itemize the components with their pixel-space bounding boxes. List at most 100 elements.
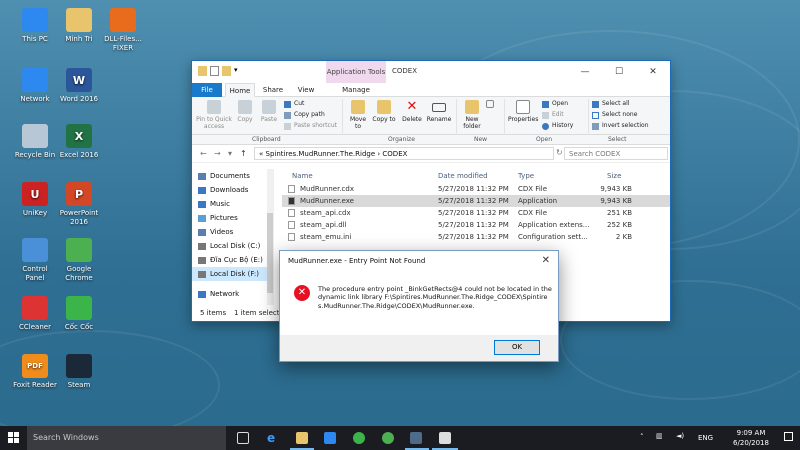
move-to-button[interactable]: Move to: [346, 100, 370, 130]
explorer-titlebar[interactable]: ▾ Application Tools CODEX — ☐ ✕: [192, 61, 670, 83]
new-item-icon: [486, 100, 494, 108]
network-icon: [22, 68, 48, 92]
pin-to-quick-access-button[interactable]: Pin to Quick access: [196, 100, 232, 130]
file-type: Application extens...: [518, 221, 590, 229]
desktop-icon[interactable]: Minh Tri: [56, 8, 102, 44]
action-center-icon[interactable]: [784, 432, 793, 441]
file-explorer-icon[interactable]: [296, 432, 308, 444]
ok-button[interactable]: OK: [494, 340, 540, 355]
desktop-icon[interactable]: Recycle Bin: [12, 124, 58, 160]
column-size[interactable]: Size: [607, 172, 621, 180]
desktop-icon[interactable]: PDF Foxit Reader: [12, 354, 58, 390]
nav-item-label: Pictures: [210, 214, 238, 222]
invert-selection-button[interactable]: Invert selection: [592, 122, 649, 130]
dialog-close-button[interactable]: ✕: [542, 255, 550, 266]
history-button[interactable]: History: [542, 122, 573, 130]
search-input[interactable]: Search CODEX: [564, 147, 668, 160]
clock-time[interactable]: 9:09 AM: [726, 429, 776, 437]
folder-icon[interactable]: [198, 66, 207, 76]
task-view-icon[interactable]: [237, 432, 249, 444]
properties-icon[interactable]: [210, 66, 219, 76]
paste-shortcut-button[interactable]: Paste shortcut: [284, 122, 337, 130]
file-row[interactable]: steam_api.dll 5/27/2018 11:32 PM Applicati…: [282, 219, 670, 231]
nav-item[interactable]: Videos: [192, 225, 273, 239]
nav-item[interactable]: Pictures: [192, 211, 273, 225]
nav-scrollbar[interactable]: [267, 169, 273, 305]
properties-button[interactable]: Properties: [508, 100, 538, 123]
open-button[interactable]: Open: [542, 100, 568, 108]
nav-item[interactable]: Network: [192, 287, 273, 301]
desktop-icon[interactable]: Network: [12, 68, 58, 104]
chevron-down-icon[interactable]: ▾: [234, 66, 243, 76]
desktop-icon[interactable]: Cốc Cốc: [56, 296, 102, 332]
refresh-icon[interactable]: ↻: [556, 148, 563, 157]
tab-share[interactable]: Share: [258, 83, 288, 97]
up-arrow-icon[interactable]: ↑: [240, 149, 247, 158]
select-all-button[interactable]: Select all: [592, 100, 629, 108]
close-button[interactable]: ✕: [636, 61, 670, 83]
file-row[interactable]: steam_api.cdx 5/27/2018 11:32 PM CDX File 2…: [282, 207, 670, 219]
address-row: ← → ▾ ↑ « Spintires.MudRunner.The.Ridge …: [192, 145, 670, 163]
store-icon[interactable]: [324, 432, 336, 444]
tab-manage[interactable]: Manage: [336, 83, 376, 97]
show-hidden-icons-chevron-icon[interactable]: ˄: [640, 433, 644, 441]
nav-item[interactable]: Downloads: [192, 183, 273, 197]
minimize-button[interactable]: —: [568, 61, 602, 83]
desktop-icon[interactable]: W Word 2016: [56, 68, 102, 104]
tab-view[interactable]: View: [291, 83, 321, 97]
desktop-icon[interactable]: This PC: [12, 8, 58, 44]
nav-item[interactable]: Local Disk (C:): [192, 239, 273, 253]
address-bar[interactable]: « Spintires.MudRunner.The.Ridge › CODEX: [254, 147, 554, 160]
desktop-icon[interactable]: Google Chrome: [56, 238, 102, 283]
copy-button[interactable]: Copy: [234, 100, 256, 123]
desktop-icon[interactable]: U UniKey: [12, 182, 58, 218]
desktop-icon[interactable]: Control Panel: [12, 238, 58, 283]
paste-button[interactable]: Paste: [258, 100, 280, 123]
tab-file[interactable]: File: [192, 83, 222, 97]
recent-locations-chevron-icon[interactable]: ▾: [228, 149, 232, 158]
back-arrow-icon[interactable]: ←: [200, 149, 207, 158]
edge-icon[interactable]: e: [267, 432, 279, 444]
control-panel-icon: [22, 238, 48, 262]
copy-path-button[interactable]: Copy path: [284, 111, 325, 119]
select-none-button[interactable]: Select none: [592, 111, 637, 119]
new-folder-button[interactable]: New folder: [460, 100, 484, 130]
column-type[interactable]: Type: [518, 172, 534, 180]
forward-arrow-icon[interactable]: →: [214, 149, 221, 158]
desktop-icon[interactable]: CCleaner: [12, 296, 58, 332]
new-item-button[interactable]: [485, 100, 495, 110]
start-button[interactable]: [8, 432, 20, 444]
edit-button[interactable]: Edit: [542, 111, 564, 119]
language-indicator[interactable]: ENG: [698, 434, 713, 442]
file-row[interactable]: steam_emu.ini 5/27/2018 11:32 PM Configura…: [282, 231, 670, 243]
clock-date[interactable]: 6/20/2018: [726, 439, 776, 447]
nav-item[interactable]: Local Disk (F:): [192, 267, 273, 281]
network-icon[interactable]: ▥: [656, 432, 663, 440]
desktop-icon[interactable]: P PowerPoint 2016: [56, 182, 102, 227]
new-folder-icon[interactable]: [222, 66, 231, 76]
chrome-icon[interactable]: [382, 432, 394, 444]
desktop-icon[interactable]: X Excel 2016: [56, 124, 102, 160]
mudrunner-app-icon[interactable]: [439, 432, 451, 444]
rename-button[interactable]: Rename: [426, 100, 452, 123]
maximize-button[interactable]: ☐: [602, 61, 636, 83]
steam-icon[interactable]: [410, 432, 422, 444]
error-dialog[interactable]: MudRunner.exe - Entry Point Not Found ✕ …: [279, 250, 559, 362]
file-row[interactable]: MudRunner.exe 5/27/2018 11:32 PM Applicati…: [282, 195, 670, 207]
nav-item[interactable]: Music: [192, 197, 273, 211]
delete-button[interactable]: ✕ Delete: [400, 100, 424, 124]
nav-item[interactable]: Documents: [192, 169, 273, 183]
desktop-icon[interactable]: DLL-Files... FIXER: [100, 8, 146, 53]
column-date-modified[interactable]: Date modified: [438, 172, 488, 180]
tab-home[interactable]: Home: [225, 83, 255, 97]
taskbar-search-input[interactable]: Search Windows: [27, 426, 226, 450]
coccoc-icon[interactable]: [353, 432, 365, 444]
dialog-titlebar[interactable]: MudRunner.exe - Entry Point Not Found ✕: [280, 251, 558, 271]
desktop-icon[interactable]: Steam: [56, 354, 102, 390]
volume-icon[interactable]: ◄): [676, 432, 684, 440]
cut-button[interactable]: Cut: [284, 100, 304, 108]
nav-item[interactable]: Đĩa Cục Bộ (E:): [192, 253, 273, 267]
file-row[interactable]: MudRunner.cdx 5/27/2018 11:32 PM CDX File 9…: [282, 183, 670, 195]
copy-to-button[interactable]: Copy to: [372, 100, 396, 123]
column-name[interactable]: Name: [292, 172, 313, 180]
